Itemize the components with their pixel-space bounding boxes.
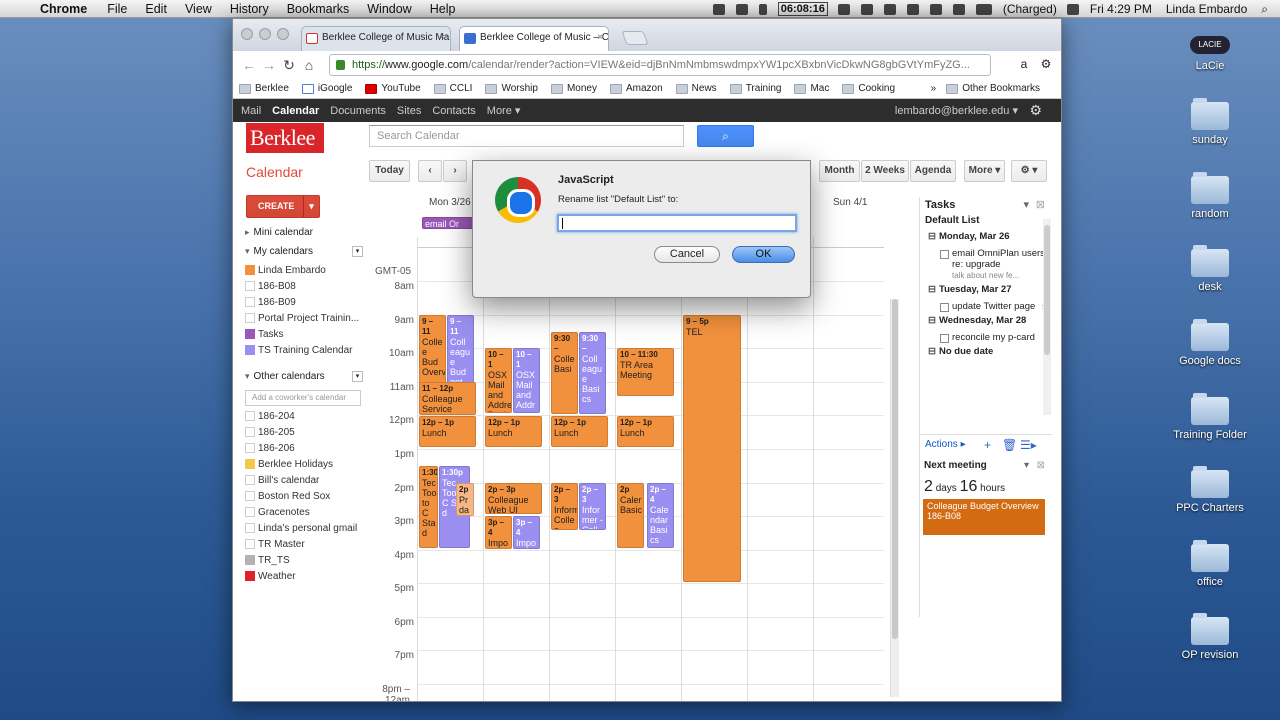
drive-icon: LACIE xyxy=(1190,36,1230,54)
meter-time[interactable]: 06:08:16 xyxy=(777,2,828,16)
desktop-item-label: office xyxy=(1196,576,1224,588)
folder-icon xyxy=(1191,466,1229,498)
tab-calendar[interactable]: Berklee College of Music – C × xyxy=(459,26,609,51)
desktop-item-label: PPC Charters xyxy=(1176,502,1244,514)
grid-icon[interactable] xyxy=(735,3,748,15)
desktop-drive[interactable]: LACIE LaCie xyxy=(1140,30,1280,72)
volume-icon[interactable] xyxy=(929,3,942,15)
desktop-folder[interactable]: Google docs xyxy=(1140,319,1280,367)
tab-title: Berklee College of Music – C xyxy=(480,32,609,43)
desktop-folder[interactable]: Training Folder xyxy=(1140,393,1280,441)
desktop-folder[interactable]: desk xyxy=(1140,245,1280,293)
folder-icon xyxy=(1191,172,1229,204)
folder-icon xyxy=(1191,393,1229,425)
battery-status[interactable]: (Charged) xyxy=(1003,2,1057,16)
wifi-icon[interactable] xyxy=(883,3,896,15)
display-icon[interactable] xyxy=(952,3,965,15)
desktop-item-label: sunday xyxy=(1192,134,1228,146)
desktop-item-label: OP revision xyxy=(1181,649,1239,661)
chat-icon[interactable] xyxy=(906,3,919,15)
spotlight-icon[interactable]: ⌕ xyxy=(1261,2,1268,17)
dialog-title: JavaScript xyxy=(558,174,614,186)
menu-help[interactable]: Help xyxy=(430,2,456,16)
desktop-folder[interactable]: random xyxy=(1140,172,1280,220)
desktop-folder[interactable]: office xyxy=(1140,540,1280,588)
ok-button[interactable]: OK xyxy=(732,246,795,263)
mac-menubar: Chrome File Edit View History Bookmarks … xyxy=(0,0,1280,18)
desktop-folder[interactable]: OP revision xyxy=(1140,613,1280,661)
status-icon[interactable] xyxy=(712,3,725,15)
javascript-prompt-dialog: JavaScript Rename list "Default List" to… xyxy=(472,160,811,298)
desktop-folder[interactable]: sunday xyxy=(1140,98,1280,146)
calendar-icon xyxy=(464,33,476,44)
modal-overlay: JavaScript Rename list "Default List" to… xyxy=(233,19,1061,701)
bluetooth-icon[interactable] xyxy=(758,3,767,15)
menu-view[interactable]: View xyxy=(185,2,212,16)
desktop-folder[interactable]: PPC Charters xyxy=(1140,466,1280,514)
battery-icon[interactable] xyxy=(975,3,992,15)
folder-icon xyxy=(1191,245,1229,277)
menu-window[interactable]: Window xyxy=(367,2,411,16)
user-name[interactable]: Linda Embardo xyxy=(1166,2,1247,16)
menu-edit[interactable]: Edit xyxy=(145,2,167,16)
folder-icon xyxy=(1191,98,1229,130)
desktop-item-label: Google docs xyxy=(1179,355,1241,367)
menu-file[interactable]: File xyxy=(107,2,127,16)
desktop-item-label: random xyxy=(1191,208,1229,220)
folder-icon xyxy=(1191,540,1229,572)
chrome-icon xyxy=(495,177,541,223)
flag-icon[interactable] xyxy=(1066,3,1079,15)
chrome-window: Berklee College of Music Ma × Berklee Col… xyxy=(232,18,1062,702)
folder-icon xyxy=(1191,319,1229,351)
folder-icon xyxy=(1191,613,1229,645)
sync-icon[interactable] xyxy=(837,3,850,15)
menu-bookmarks[interactable]: Bookmarks xyxy=(287,2,350,16)
menu-history[interactable]: History xyxy=(230,2,269,16)
desktop-item-label: desk xyxy=(1198,281,1222,293)
clock[interactable]: Fri 4:29 PM xyxy=(1090,2,1152,16)
close-tab-icon[interactable]: × xyxy=(597,32,603,43)
cancel-button[interactable]: Cancel xyxy=(654,246,720,263)
dialog-message: Rename list "Default List" to: xyxy=(558,194,679,205)
desktop-item-label: Training Folder xyxy=(1173,429,1247,441)
timemachine-icon[interactable] xyxy=(860,3,873,15)
rename-input[interactable] xyxy=(557,214,797,232)
desktop-item-label: LaCie xyxy=(1195,60,1225,72)
menu-app[interactable]: Chrome xyxy=(40,2,87,16)
